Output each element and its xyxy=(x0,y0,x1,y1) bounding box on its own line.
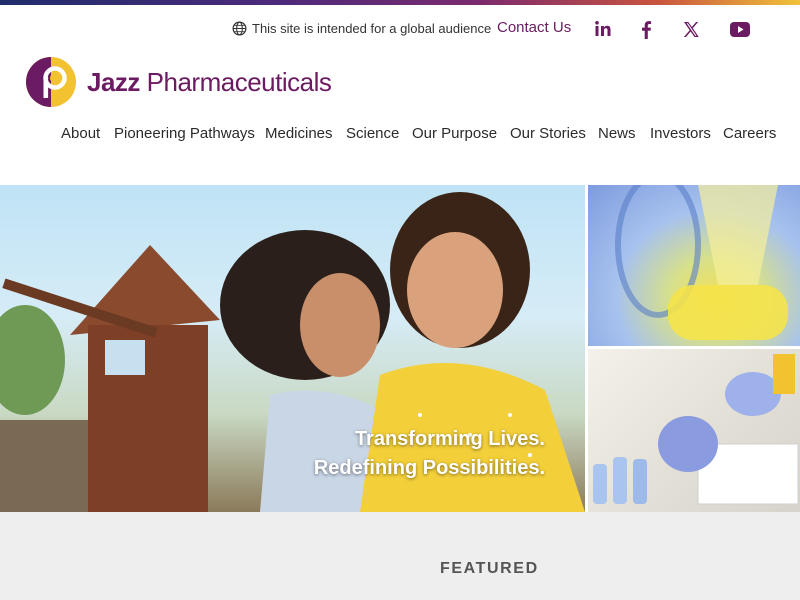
company-logo[interactable]: Jazz Pharmaceuticals xyxy=(25,56,332,108)
hero-caption: Transforming Lives. Redefining Possibili… xyxy=(314,425,545,483)
x-link[interactable] xyxy=(680,18,702,40)
hero-image: Transforming Lives. Redefining Possibili… xyxy=(0,185,585,512)
utility-bar: This site is intended for a global audie… xyxy=(0,18,800,42)
featured-heading: FEATURED xyxy=(440,560,539,577)
linkedin-icon xyxy=(595,21,611,36)
nav-news[interactable]: News xyxy=(598,125,636,142)
jazz-logo-icon xyxy=(26,57,76,107)
linkedin-link[interactable] xyxy=(592,18,614,40)
nav-medicines[interactable]: Medicines xyxy=(265,125,333,142)
global-audience-notice: This site is intended for a global audie… xyxy=(232,21,491,36)
science-image-top xyxy=(588,185,800,346)
nav-careers[interactable]: Careers xyxy=(723,125,776,142)
youtube-link[interactable] xyxy=(728,18,752,40)
lab-abstract-illustration xyxy=(615,185,788,340)
nav-science[interactable]: Science xyxy=(346,125,399,142)
globe-icon xyxy=(232,21,247,36)
facebook-link[interactable] xyxy=(636,18,656,40)
hero-line-2: Redefining Possibilities. xyxy=(313,457,545,479)
lab-gloves-illustration xyxy=(593,354,799,505)
x-icon xyxy=(683,21,699,37)
nav-our-purpose[interactable]: Our Purpose xyxy=(412,125,497,142)
science-image-bottom xyxy=(588,349,800,512)
nav-our-stories[interactable]: Our Stories xyxy=(510,125,586,142)
facebook-icon xyxy=(642,20,652,39)
hero-line-1: Transforming Lives. xyxy=(354,428,545,450)
youtube-icon xyxy=(730,21,750,37)
featured-section xyxy=(0,512,800,600)
global-notice-text: This site is intended for a global audie… xyxy=(252,21,492,36)
nav-investors[interactable]: Investors xyxy=(650,125,711,142)
brand-name-light: Pharmaceuticals xyxy=(146,66,332,97)
nav-about[interactable]: About xyxy=(61,125,100,142)
top-gradient-bar xyxy=(0,0,800,5)
brand-name-bold: Jazz xyxy=(87,66,140,97)
main-navigation: About Pioneering Pathways Medicines Scie… xyxy=(0,125,800,145)
contact-us-link[interactable]: Contact Us xyxy=(497,19,571,36)
company-name: Jazz Pharmaceuticals xyxy=(87,66,332,98)
nav-pioneering-pathways[interactable]: Pioneering Pathways xyxy=(114,125,255,142)
